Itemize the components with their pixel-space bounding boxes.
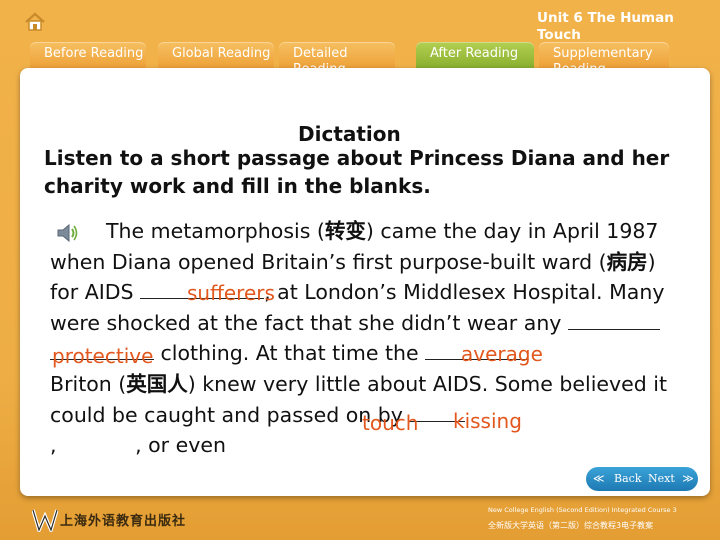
next-label: Next xyxy=(648,472,675,485)
double-chevron-left-icon: ≪ xyxy=(593,472,605,485)
answer-protective: protective xyxy=(52,344,154,368)
tab-before-reading[interactable]: Before Reading xyxy=(30,42,146,70)
tab-supplementary-reading[interactable]: Supplementary Reading xyxy=(539,42,669,70)
passage-segment: The metamorphosis ( xyxy=(106,219,325,243)
passage-segment: clothing. At that time the xyxy=(160,341,419,366)
top-bar: Unit 6 The Human Touch Before Reading Gl… xyxy=(0,0,720,70)
passage-segment: Briton ( xyxy=(50,371,127,396)
passage-segment: , or even xyxy=(135,433,226,458)
answer-sufferers: sufferers xyxy=(187,281,275,305)
tab-after-reading[interactable]: After Reading xyxy=(416,42,534,70)
passage-gloss: 英国人 xyxy=(126,371,188,396)
blank-2[interactable] xyxy=(567,310,660,330)
home-icon[interactable] xyxy=(24,12,46,32)
nav-buttons: ≪ Back Next ≫ xyxy=(586,467,698,491)
next-button[interactable]: Next ≫ xyxy=(648,472,694,485)
back-label: Back xyxy=(614,472,642,485)
course-title-cn: 全新版大学英语（第二版）综合教程3电子教案 xyxy=(488,521,654,530)
passage-gloss: 转变 xyxy=(324,219,366,243)
tab-detailed-reading[interactable]: Detailed Reading xyxy=(279,42,395,70)
answer-average: average xyxy=(461,342,543,366)
course-title-en: New College English (Second Edition) Int… xyxy=(488,506,677,514)
back-button[interactable]: ≪ Back xyxy=(593,472,641,485)
instruction-text: Listen to a short passage about Princess… xyxy=(44,146,670,198)
tab-global-reading[interactable]: Global Reading xyxy=(158,42,274,70)
passage-segment: , xyxy=(50,433,57,458)
blank-6[interactable] xyxy=(63,432,135,452)
publisher-name: 上海外语教育出版社 xyxy=(60,514,187,529)
passage-gloss: 病房 xyxy=(606,249,648,274)
page-title: Dictation xyxy=(298,122,401,146)
double-chevron-right-icon: ≫ xyxy=(682,472,694,485)
unit-title: Unit 6 The Human Touch xyxy=(537,10,674,43)
publisher-logo-icon xyxy=(32,509,58,532)
answer-touch: touch xyxy=(362,411,419,435)
answer-kissing: kissing xyxy=(453,409,522,433)
